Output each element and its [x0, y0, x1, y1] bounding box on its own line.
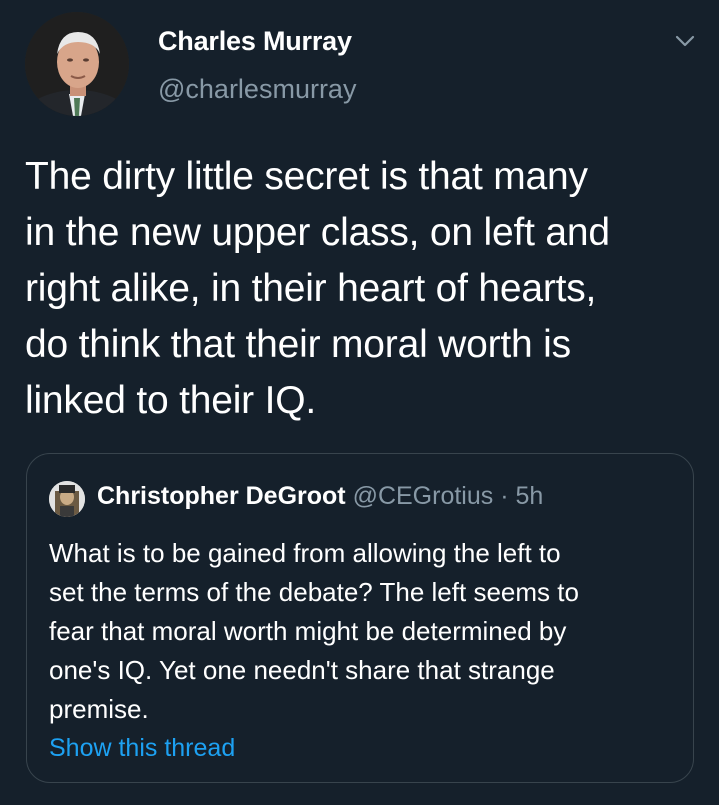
quoted-author-avatar[interactable]: [49, 481, 85, 517]
quoted-tweet-card[interactable]: Christopher DeGroot @CEGrotius · 5h What…: [26, 453, 694, 783]
quoted-tweet-time[interactable]: 5h: [516, 482, 544, 510]
tweet-text-line: linked to their IQ.: [25, 379, 317, 422]
author-name[interactable]: Charles Murray: [158, 26, 352, 57]
tweet-text-line: The dirty little secret is that many: [25, 155, 588, 198]
tweet-text: The dirty little secret is that many in …: [25, 149, 705, 429]
quoted-text-line: set the terms of the debate? The left se…: [49, 577, 579, 607]
quoted-tweet-text: What is to be gained from allowing the l…: [49, 534, 679, 729]
quoted-author-handle[interactable]: @CEGrotius: [353, 482, 494, 510]
author-avatar-image: [25, 12, 129, 116]
show-thread-link[interactable]: Show this thread: [49, 734, 235, 763]
quoted-text-line: premise.: [49, 694, 149, 724]
quoted-text-line: What is to be gained from allowing the l…: [49, 538, 561, 568]
quoted-text-line: fear that moral worth might be determine…: [49, 616, 567, 646]
tweet: Charles Murray @charlesmurray The dirty …: [0, 0, 719, 805]
quoted-text-line: one's IQ. Yet one needn't share that str…: [49, 655, 555, 685]
author-avatar[interactable]: [25, 12, 129, 116]
quoted-author-avatar-image: [49, 481, 85, 517]
quoted-tweet-header: Christopher DeGroot @CEGrotius · 5h: [97, 482, 543, 511]
tweet-text-line: do think that their moral worth is: [25, 323, 571, 366]
author-handle[interactable]: @charlesmurray: [158, 74, 356, 105]
quoted-author-name[interactable]: Christopher DeGroot: [97, 482, 346, 510]
tweet-text-line: right alike, in their heart of hearts,: [25, 267, 597, 310]
meta-separator: ·: [500, 482, 509, 510]
tweet-text-line: in the new upper class, on left and: [25, 211, 610, 254]
chevron-down-icon[interactable]: [670, 26, 700, 56]
